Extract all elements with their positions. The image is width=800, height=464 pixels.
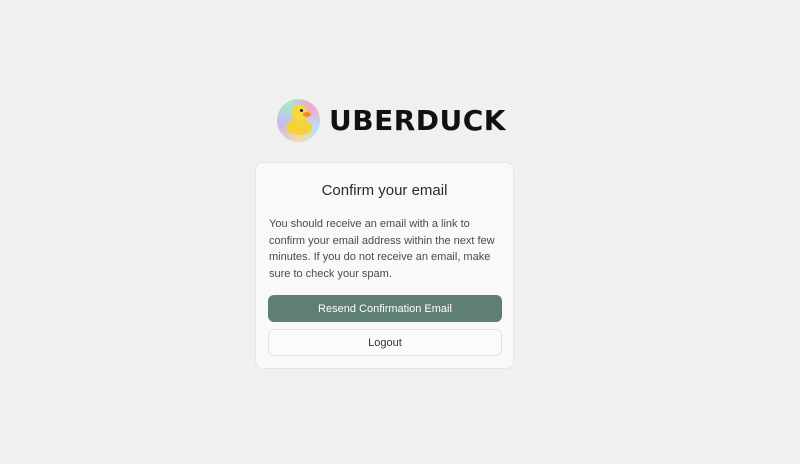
page: UBERDUCK Confirm your email You should r… — [0, 0, 800, 464]
logout-button[interactable]: Logout — [268, 329, 502, 356]
card-title: Confirm your email — [321, 182, 448, 199]
card-message: You should receive an email with a link … — [269, 218, 495, 280]
duck-logo-icon — [277, 99, 320, 142]
brand-name: UBERDUCK — [329, 104, 506, 137]
resend-confirmation-button[interactable]: Resend Confirmation Email — [268, 295, 502, 322]
confirm-email-card: Confirm your email You should receive an… — [255, 162, 514, 369]
brand-header: UBERDUCK — [277, 99, 506, 142]
